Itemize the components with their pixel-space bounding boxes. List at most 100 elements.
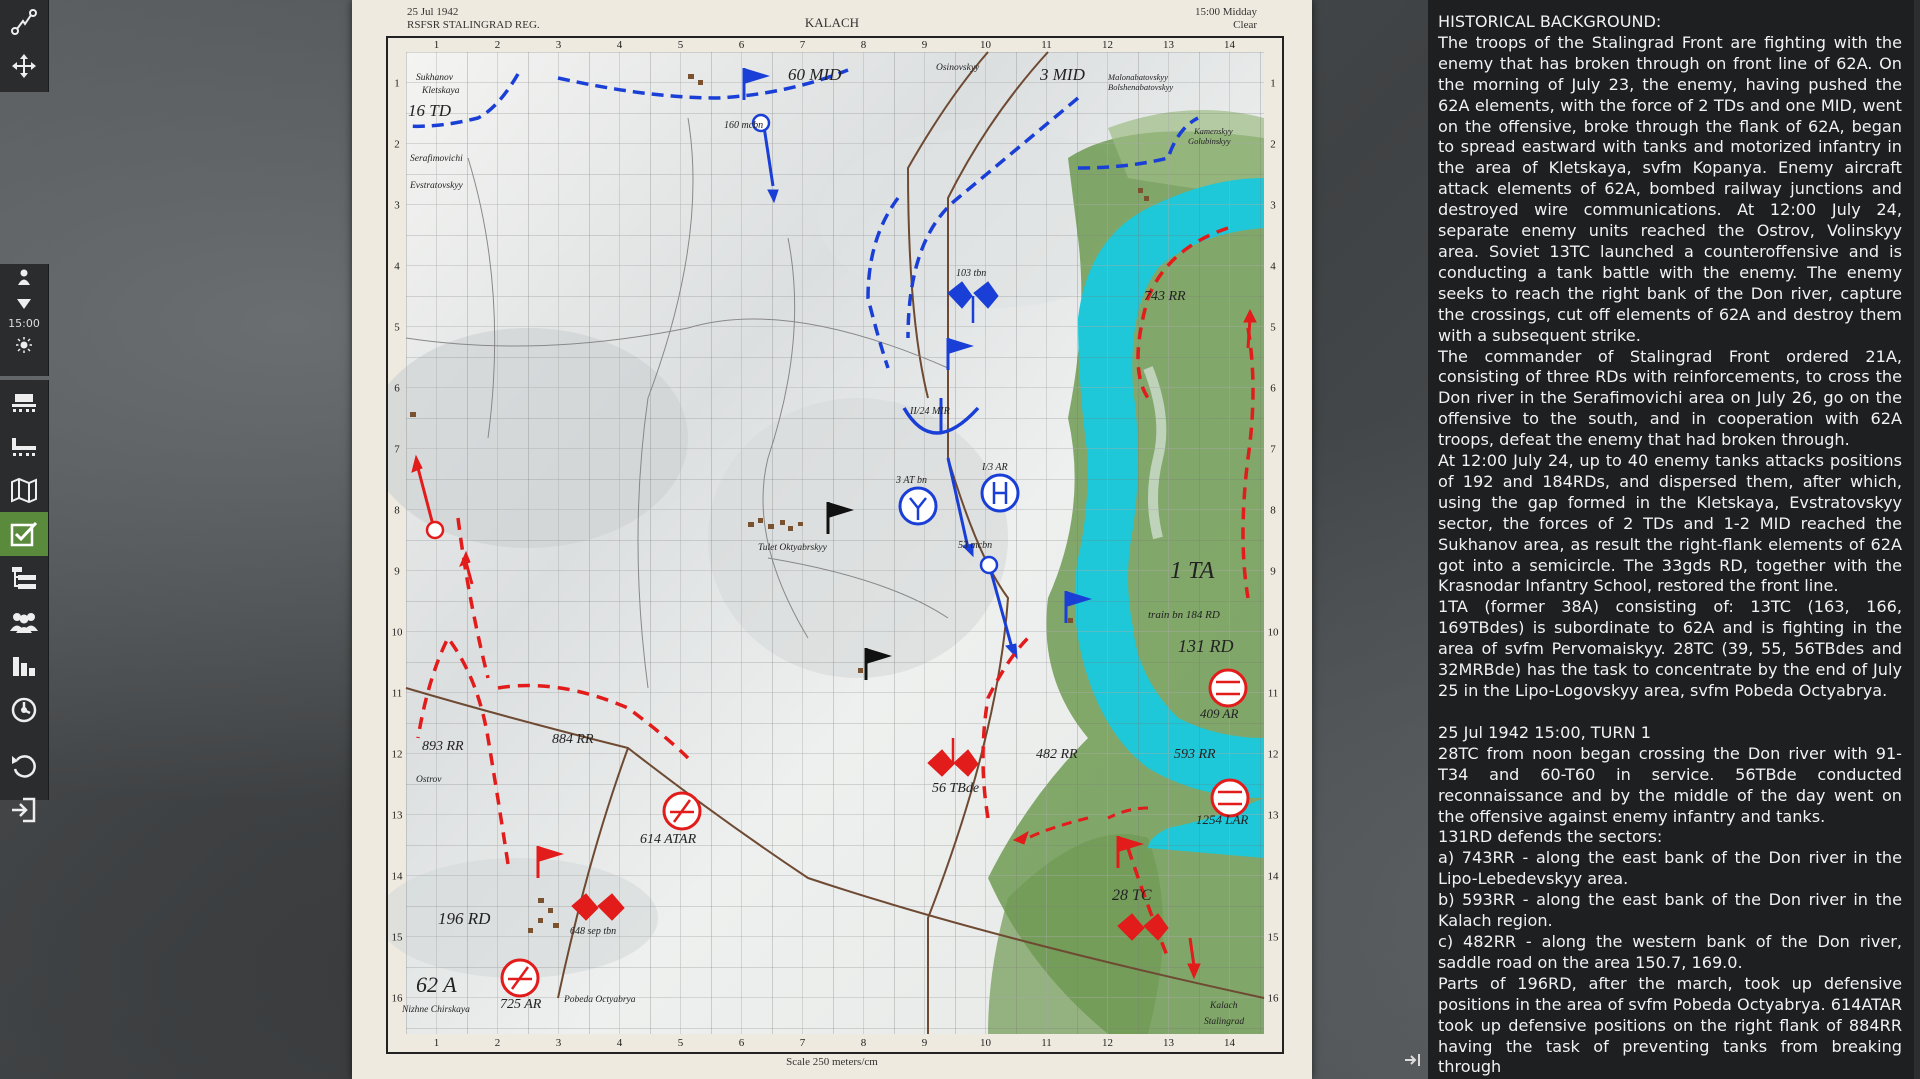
- grid-label: 13: [1163, 39, 1175, 51]
- grid-label: 6: [739, 39, 745, 51]
- soviet-unit-label: 884 RR: [552, 732, 594, 747]
- grid-label: 4: [617, 1037, 623, 1049]
- german-unit-label: 53 mcbn: [958, 540, 992, 551]
- soviet-unit-label: 593 RR: [1174, 747, 1216, 762]
- turn-paragraph: b) 593RR - along the east bank of the Do…: [1438, 890, 1902, 931]
- statistics-icon[interactable]: [0, 644, 48, 688]
- place-label: Kletskaya: [421, 86, 460, 96]
- tactical-map[interactable]: 1 2 3 4 5 6 7 8 9 10 11 12 13 14 1 2 3 4 5 6 7 8 9 10 11 12 13 14 …: [386, 36, 1284, 1054]
- grid-label: 4: [394, 261, 400, 273]
- place-label: Stalingrad: [1204, 1017, 1244, 1027]
- german-unit-label: I/3 AR: [981, 462, 1008, 473]
- grid-label: 2: [394, 139, 400, 151]
- exit-icon[interactable]: [0, 788, 48, 832]
- grid-label: 4: [1270, 261, 1276, 273]
- header-weather: Clear: [1233, 19, 1257, 31]
- briefing-panel[interactable]: HISTORICAL BACKGROUND: The troops of the…: [1428, 0, 1920, 1079]
- map-icon[interactable]: [0, 468, 48, 512]
- grid-label: 8: [861, 39, 867, 51]
- soviet-unit-label: 62 A: [416, 972, 457, 997]
- grid-label: 3: [1270, 200, 1276, 212]
- route-icon[interactable]: [0, 0, 48, 44]
- place-label: Serafimovichi: [410, 153, 463, 164]
- grid-label: 10: [980, 1037, 992, 1049]
- briefing-text: HISTORICAL BACKGROUND: The troops of the…: [1438, 12, 1902, 1078]
- grid-label: 16: [392, 993, 404, 1005]
- turn-heading: 25 Jul 1942 15:00, TURN 1: [1438, 722, 1651, 742]
- grid-label: 13: [1163, 1037, 1175, 1049]
- grid-label: 3: [556, 39, 562, 51]
- place-label: Ostrov: [416, 775, 442, 785]
- clock-icon[interactable]: [0, 688, 48, 732]
- grid-label: 7: [800, 39, 806, 51]
- place-label: Malonabatovskyy: [1107, 72, 1168, 82]
- toolbar-group-draw: [0, 0, 49, 92]
- turn-paragraph: a) 743RR - along the east bank of the Do…: [1438, 848, 1902, 889]
- grid-label: 12: [1268, 749, 1279, 761]
- forces-icon[interactable]: [0, 600, 48, 644]
- panel-scrollbar[interactable]: [1914, 0, 1920, 1079]
- grid-label: 11: [392, 688, 403, 700]
- grid-label: 2: [495, 39, 501, 51]
- unit-icon[interactable]: [0, 264, 48, 290]
- objectives-icon[interactable]: [0, 512, 48, 556]
- grid-label: 9: [922, 1037, 928, 1049]
- toolbar-group-main: [0, 380, 49, 823]
- sun-icon[interactable]: [0, 332, 48, 358]
- soviet-unit-label: 725 AR: [500, 997, 542, 1012]
- soviet-unit-label: 893 RR: [422, 739, 464, 754]
- move-icon[interactable]: [0, 44, 48, 88]
- grid-label: 5: [678, 39, 684, 51]
- grid-label: 10: [980, 39, 992, 51]
- grid-label: 7: [1270, 444, 1276, 456]
- collapse-panel-icon[interactable]: [1403, 1052, 1423, 1070]
- grid-label: 13: [1268, 810, 1280, 822]
- rail-bridge-icon[interactable]: [0, 424, 48, 468]
- background-paragraph: The commander of Stalingrad Front ordere…: [1438, 346, 1902, 450]
- grid-label: 9: [922, 39, 928, 51]
- grid-label: 5: [1270, 322, 1276, 334]
- down-arrow-icon[interactable]: [0, 290, 48, 316]
- grid-label: 14: [1224, 39, 1236, 51]
- grid-label: 6: [394, 383, 400, 395]
- grid-label: 11: [1268, 688, 1279, 700]
- soviet-unit-label: 614 ATAR: [640, 832, 697, 847]
- grid-label: 13: [392, 810, 404, 822]
- grid-label: 3: [556, 1037, 562, 1049]
- german-unit-label: II/24 MIR: [909, 406, 950, 417]
- soviet-unit-label: 196 RD: [438, 909, 491, 928]
- grid-label: 6: [739, 1037, 745, 1049]
- grid-label: 9: [394, 566, 400, 578]
- grid-label: 6: [1270, 383, 1276, 395]
- order-of-battle-icon[interactable]: [0, 556, 48, 600]
- german-unit-label: train bn 184 RD: [1148, 609, 1220, 621]
- place-label: Golubinskyy: [1188, 136, 1231, 146]
- turn-paragraph: c) 482RR - along the western bank of the…: [1438, 931, 1902, 972]
- grid-label: 8: [861, 1037, 867, 1049]
- turn-paragraph: 131RD defends the sectors:: [1438, 827, 1663, 847]
- background-heading: HISTORICAL BACKGROUND:: [1438, 12, 1662, 31]
- grid-label: 12: [392, 749, 403, 761]
- soviet-unit-label: 56 TBde: [932, 781, 979, 796]
- place-label: Kalach: [1209, 1001, 1238, 1011]
- german-unit-label: 3 MID: [1039, 65, 1086, 84]
- grid-label: 1: [434, 39, 440, 51]
- grid-label: 7: [800, 1037, 806, 1049]
- toolbar-group-time: 15:00: [0, 264, 49, 376]
- german-unit-label: 16 TD: [408, 101, 452, 120]
- map-title: KALACH: [804, 15, 860, 30]
- background-paragraph: 1TA (former 38A) consisting of: 13TC (16…: [1438, 597, 1902, 700]
- rail-icon[interactable]: [0, 380, 48, 424]
- grid-label: 1: [434, 1037, 440, 1049]
- grid-label: 15: [392, 932, 404, 944]
- grid-label: 14: [1268, 871, 1280, 883]
- background-paragraph: The troops of the Stalingrad Front are f…: [1438, 32, 1902, 345]
- soviet-unit-label: 648 sep tbn: [570, 926, 616, 937]
- grid-label: 1: [1270, 78, 1276, 90]
- grid-label: 8: [1270, 505, 1276, 517]
- grid-label: 2: [1270, 139, 1276, 151]
- grid-label: 7: [394, 444, 400, 456]
- undo-icon[interactable]: [0, 744, 48, 788]
- grid-label: 1: [394, 78, 400, 90]
- grid-label: 10: [1268, 627, 1280, 639]
